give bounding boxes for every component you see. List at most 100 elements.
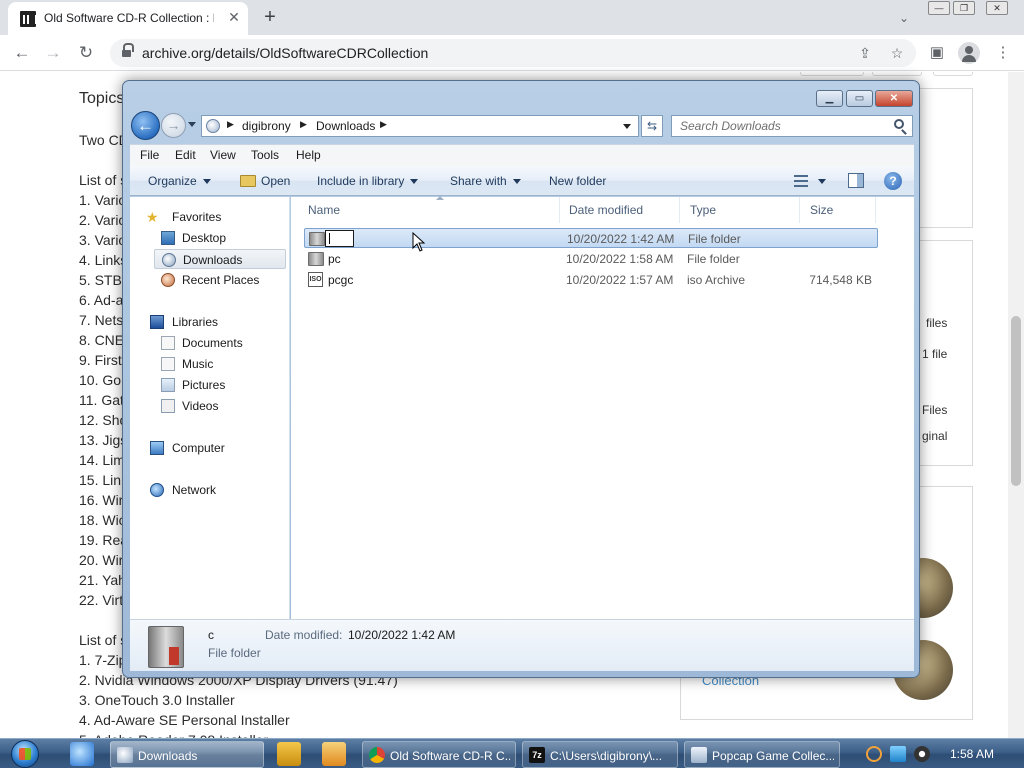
nav-computer[interactable]: Computer [144,438,284,458]
page-button[interactable] [800,72,864,76]
task-label: Popcap Game Collec... [712,749,834,763]
iso-file-icon: ISO [308,272,323,287]
open-button[interactable]: Open [261,174,290,188]
chrome-close-button[interactable]: ✕ [986,1,1008,15]
explorer-address-bar[interactable]: ▶ digibrony ▶ Downloads ▶ [201,115,639,137]
kebab-menu-icon[interactable]: ⋮ [992,42,1014,64]
column-header-date[interactable]: Date modified [559,197,680,223]
preview-pane-icon[interactable] [848,173,864,188]
share-icon[interactable]: ⇪ [856,44,874,62]
nav-videos[interactable]: Videos [154,396,284,416]
nav-music[interactable]: Music [154,354,284,374]
breadcrumb-downloads[interactable]: Downloads [316,119,375,133]
profile-avatar-icon[interactable] [958,42,980,64]
change-view-icon[interactable] [794,175,808,187]
menu-tools[interactable]: Tools [251,148,279,162]
menu-help[interactable]: Help [296,148,321,162]
open-folder-icon[interactable] [240,175,256,187]
rename-input[interactable] [325,230,354,247]
column-header-name[interactable]: Name [298,196,560,223]
tab-search-chevron-icon[interactable]: ⌄ [894,8,914,28]
explorer-maximize-button[interactable]: ▭ [846,90,873,107]
organize-label: Organize [148,174,197,188]
explorer-forward-button[interactable]: → [161,113,186,138]
page-button[interactable] [933,72,973,76]
taskbar-task-popcap[interactable]: Popcap Game Collec... [684,741,840,768]
task-label: Old Software CD-R C... [390,749,510,763]
breadcrumb-chevron-icon[interactable]: ▶ [300,119,307,130]
help-icon[interactable]: ? [884,172,902,190]
explorer-search-input[interactable]: Search Downloads [671,115,913,137]
nav-pictures-label: Pictures [182,378,226,392]
file-row[interactable]: 10/20/2022 1:42 AM File folder [304,228,878,248]
file-row[interactable]: pc 10/20/2022 1:58 AM File folder [304,249,878,269]
list-item: 18. Wic [79,512,126,528]
taskbar-task-7zip[interactable]: 7z C:\Users\digibrony\... [522,741,678,768]
address-history-dropdown-icon[interactable] [623,124,631,129]
download-one-file-link[interactable]: 1 file [922,347,947,361]
reload-icon[interactable]: ↻ [74,41,98,65]
taskbar-task-chrome[interactable]: Old Software CD-R C... [362,741,516,768]
breadcrumb-chevron-icon[interactable]: ▶ [227,119,234,130]
documents-icon [161,336,175,350]
new-folder-button[interactable]: New folder [549,174,606,188]
show-all-files-link[interactable]: Files [922,403,947,417]
taskbar-task-downloads[interactable]: Downloads [110,741,264,768]
search-tray-icon[interactable] [866,746,882,762]
nav-libraries[interactable]: Libraries [144,312,284,332]
chrome-restore-button[interactable]: ❐ [953,1,975,15]
tab-close-icon[interactable]: ✕ [226,9,242,25]
column-header-size[interactable]: Size [800,197,876,223]
nav-videos-label: Videos [182,399,219,413]
start-button[interactable] [4,739,44,768]
menu-edit[interactable]: Edit [175,148,196,162]
bookmark-star-icon[interactable]: ☆ [888,44,906,62]
new-tab-button[interactable]: + [258,5,282,29]
list-item: 16. Wir [79,492,124,508]
chrome-minimize-button[interactable]: — [928,1,950,15]
nav-desktop[interactable]: Desktop [154,228,284,248]
breadcrumb-digibrony[interactable]: digibrony [242,119,291,133]
refresh-icon[interactable]: ⇆ [641,115,663,137]
address-bar[interactable]: archive.org/details/OldSoftwareCDRCollec… [110,39,916,67]
media-player-icon[interactable] [277,742,301,766]
forward-arrow-icon[interactable]: → [41,41,65,65]
lock-icon[interactable] [122,43,134,58]
scrollbar-thumb[interactable] [1011,316,1021,486]
nav-documents[interactable]: Documents [154,333,284,353]
internet-explorer-icon[interactable] [70,742,94,766]
page-scrollbar[interactable] [1008,72,1024,738]
libraries-icon [150,315,164,329]
volume-tray-icon[interactable] [914,746,930,762]
menu-view[interactable]: View [210,148,236,162]
nav-downloads[interactable]: Downloads [154,249,286,269]
breadcrumb-chevron-icon[interactable]: ▶ [380,119,387,130]
list-item: 15. Lin [79,472,122,488]
include-in-library-button[interactable]: Include in library [317,174,419,188]
browser-tab[interactable]: Old Software CD-R Collection : F ✕ [8,2,248,35]
menu-file[interactable]: File [140,148,159,162]
taskbar-clock[interactable]: 1:58 AM [950,747,994,761]
nav-network[interactable]: Network [144,480,284,500]
nav-recent-places[interactable]: Recent Places [154,270,284,290]
explorer-close-button[interactable]: ✕ [875,90,913,107]
page-button[interactable] [872,72,922,76]
nav-pictures[interactable]: Pictures [154,375,284,395]
file-row[interactable]: ISO pcgc 10/20/2022 1:57 AM iso Archive … [304,270,878,290]
view-options-arrow-icon[interactable] [818,179,826,184]
app-icon[interactable] [322,742,346,766]
back-arrow-icon[interactable]: ← [10,41,34,65]
share-with-button[interactable]: Share with [450,174,521,188]
column-header-type[interactable]: Type [680,197,800,223]
download-files-link[interactable]: files [926,316,947,330]
search-icon[interactable] [894,119,904,129]
recent-pages-arrow-icon[interactable] [188,122,196,127]
list-a-heading: List of s [79,172,128,188]
explorer-minimize-button[interactable]: ▁ [816,90,843,107]
nav-favorites[interactable]: ★ Favorites [144,207,284,227]
organize-button[interactable]: Organize [148,174,211,188]
original-files-link[interactable]: ginal [922,429,947,443]
explorer-back-button[interactable]: ← [131,111,160,140]
display-tray-icon[interactable] [890,746,906,762]
side-panel-icon[interactable]: ▣ [926,42,948,64]
